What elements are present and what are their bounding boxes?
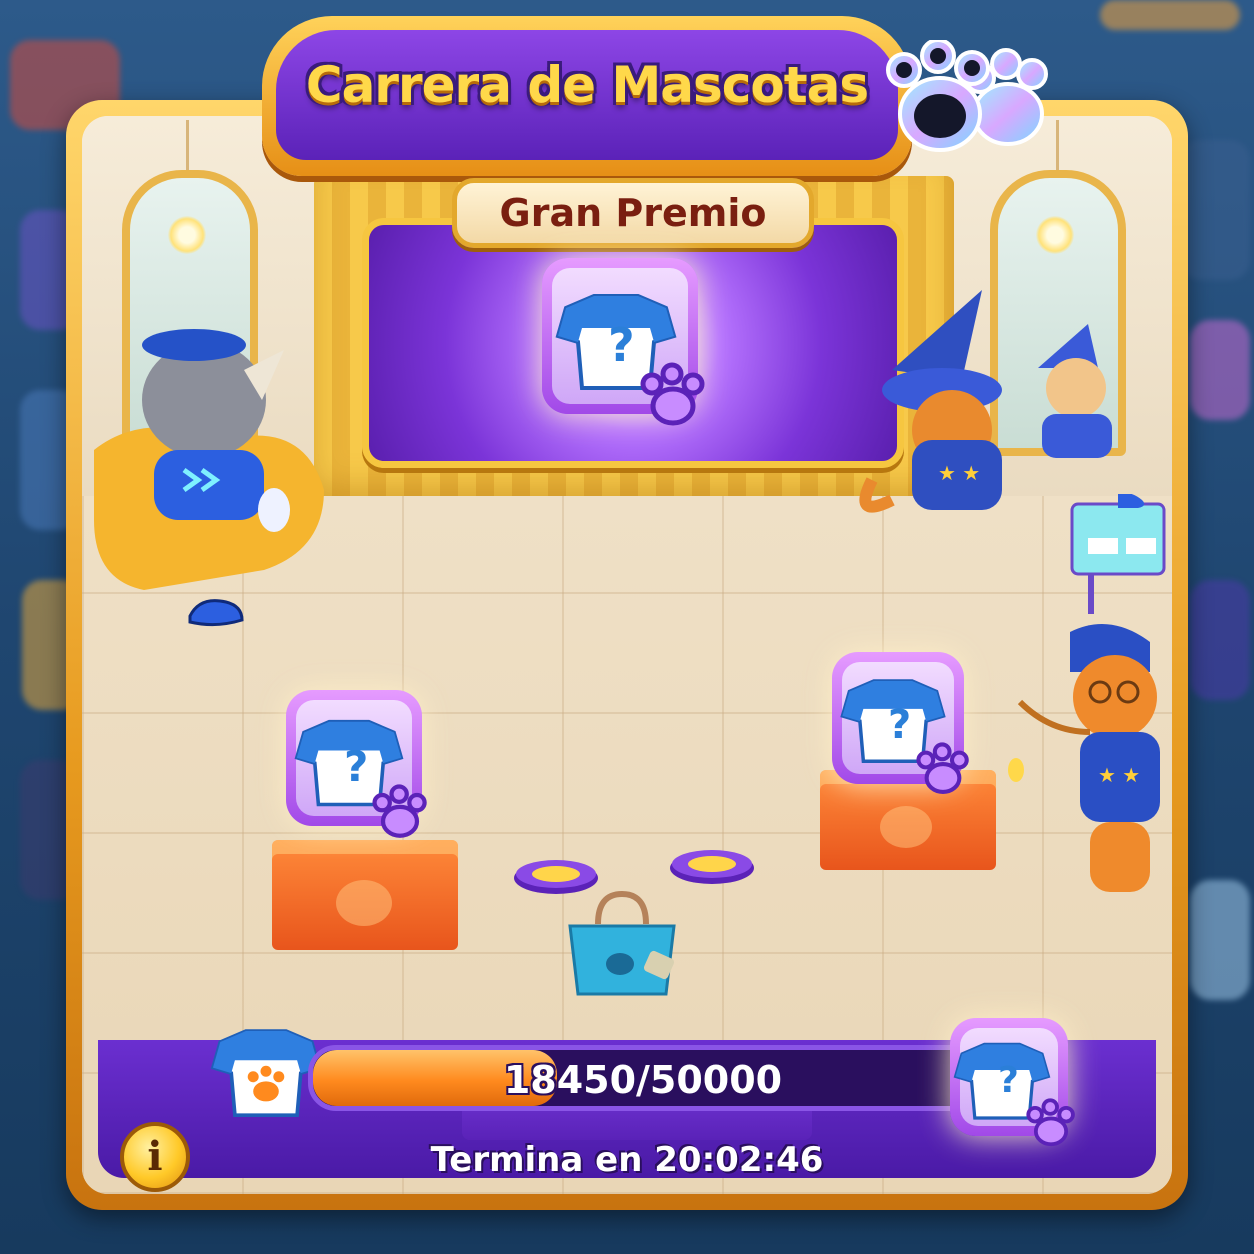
rhino-character bbox=[94, 329, 324, 590]
lamp-icon bbox=[1036, 216, 1074, 254]
progress-text: 18450/50000 bbox=[503, 1058, 783, 1102]
shoe-shelf bbox=[1070, 494, 1166, 614]
question-icon: ? bbox=[998, 1060, 1019, 1101]
paw-icon bbox=[880, 806, 932, 848]
right-reward[interactable]: ? bbox=[832, 652, 969, 794]
svg-text:★ ★: ★ ★ bbox=[1098, 763, 1140, 787]
coin-pad-icon bbox=[670, 850, 754, 884]
paw-icon bbox=[640, 362, 705, 426]
question-icon: ? bbox=[344, 742, 369, 791]
grand-prize-label: Gran Premio bbox=[452, 178, 814, 248]
paw-icon bbox=[916, 742, 969, 794]
fox-character: ★ ★ bbox=[1008, 624, 1160, 892]
bg-card bbox=[1190, 880, 1250, 1000]
bg-card bbox=[1190, 580, 1250, 700]
question-icon: ? bbox=[888, 702, 912, 748]
event-timer: Termina en 20:02:46 bbox=[430, 1140, 824, 1180]
bg-card bbox=[1190, 320, 1250, 420]
wizard-cat-character: ★ ★ bbox=[859, 290, 1002, 513]
left-reward[interactable]: ? bbox=[286, 690, 427, 838]
progress-bar: 18450/50000 bbox=[308, 1045, 978, 1111]
lamp-icon bbox=[168, 216, 206, 254]
sneaker-icon bbox=[188, 599, 244, 627]
progress-goal-reward[interactable]: ? bbox=[950, 1018, 1075, 1147]
bg-card bbox=[1100, 0, 1240, 30]
mirror-reflection bbox=[1038, 324, 1112, 458]
paw-icon bbox=[336, 880, 392, 926]
title-banner: Carrera de Mascotas bbox=[262, 16, 912, 176]
grand-prize-reward[interactable]: ? bbox=[542, 258, 705, 426]
paw-icon bbox=[886, 40, 1048, 152]
question-icon: ? bbox=[608, 318, 635, 372]
left-pedestal bbox=[272, 840, 458, 950]
svg-text:★ ★: ★ ★ bbox=[938, 461, 980, 485]
paw-icon bbox=[372, 784, 427, 838]
shopping-bag-icon bbox=[568, 890, 676, 996]
event-title: Carrera de Mascotas bbox=[305, 56, 869, 114]
bg-card bbox=[1180, 140, 1250, 280]
